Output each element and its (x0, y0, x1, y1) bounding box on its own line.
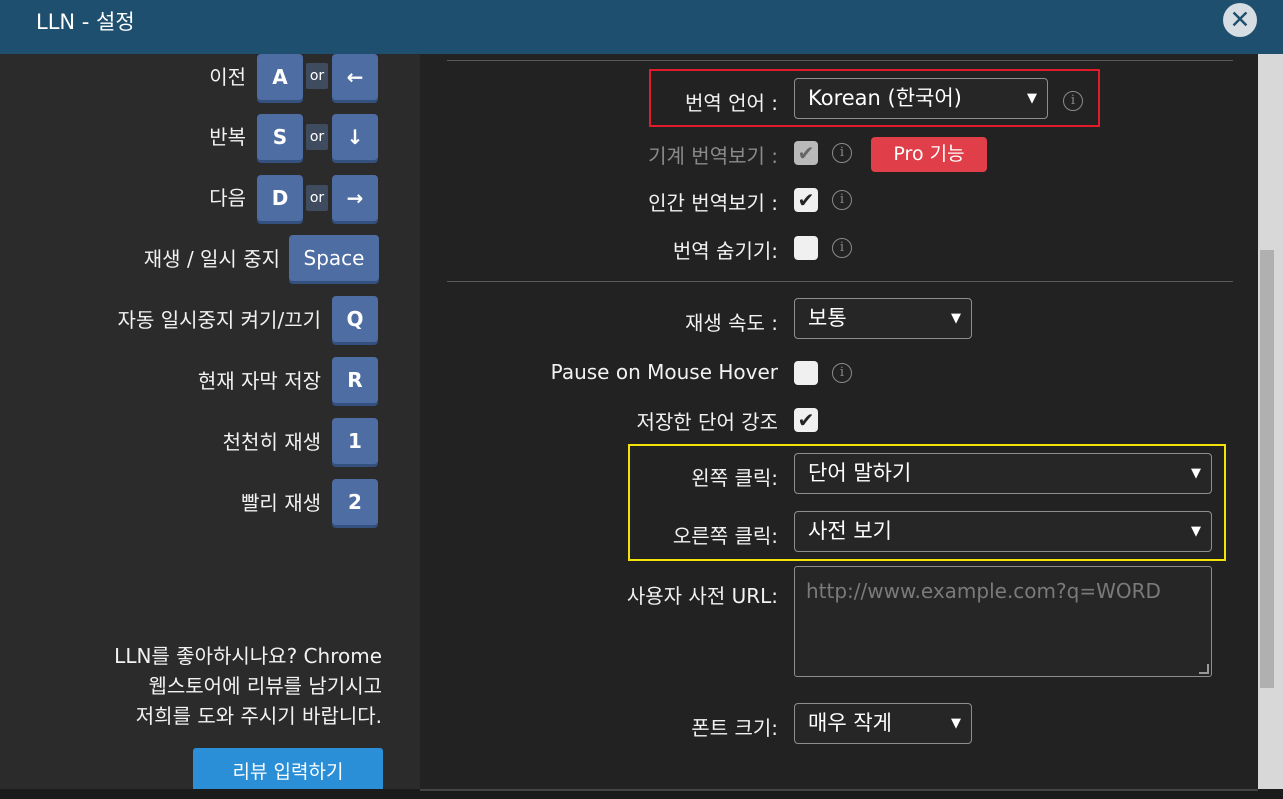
close-icon[interactable]: ✕ (1223, 3, 1257, 37)
left-arrow-key: ← (332, 54, 378, 100)
chevron-down-icon: ▼ (951, 311, 961, 326)
left-click-select[interactable]: 단어 말하기 ▼ (794, 453, 1212, 494)
custom-dictionary-url-label: 사용자 사전 URL: (626, 584, 778, 608)
translation-language-select[interactable]: Korean (한국어) ▼ (794, 78, 1048, 119)
pause-on-hover-label: Pause on Mouse Hover (550, 360, 778, 384)
font-size-value: 매우 작게 (808, 711, 892, 735)
key-2: 2 (332, 479, 378, 525)
hotkey-label-previous: 이전 (209, 65, 246, 89)
info-icon[interactable]: i (1063, 91, 1083, 111)
hotkey-label-next: 다음 (209, 186, 246, 210)
hide-translation-checkbox[interactable] (794, 236, 818, 260)
translation-language-label: 번역 언어 : (684, 91, 778, 115)
hide-translation-label: 번역 숨기기: (672, 239, 778, 263)
key-r: R (332, 357, 378, 403)
key-q: Q (332, 296, 378, 342)
review-line: 저희를 도와 주시기 바랍니다. (135, 704, 382, 728)
down-arrow-key: ↓ (332, 114, 378, 160)
machine-translation-label: 기계 번역보기 : (648, 144, 778, 168)
highlight-saved-words-checkbox[interactable]: ✔ (794, 408, 818, 432)
info-icon[interactable]: i (832, 238, 852, 258)
hotkey-label-auto-pause: 자동 일시중지 켜기/끄기 (117, 308, 321, 332)
translation-language-value: Korean (한국어) (808, 86, 962, 110)
playback-speed-select[interactable]: 보통 ▼ (794, 298, 972, 339)
or-separator: or (306, 63, 328, 89)
chevron-down-icon: ▼ (951, 716, 961, 731)
playback-speed-value: 보통 (808, 306, 847, 330)
key-a: A (257, 54, 303, 100)
font-size-label: 폰트 크기: (691, 716, 778, 740)
human-translation-checkbox[interactable]: ✔ (794, 188, 818, 212)
or-separator: or (306, 124, 328, 150)
resize-handle-icon[interactable] (1199, 664, 1209, 674)
right-click-select[interactable]: 사전 보기 ▼ (794, 511, 1212, 552)
pause-on-hover-checkbox[interactable] (794, 361, 818, 385)
key-s: S (257, 114, 303, 160)
right-click-value: 사전 보기 (808, 519, 892, 543)
title-bar: LLN - 설정 ✕ (0, 0, 1283, 54)
hotkey-label-repeat: 반복 (209, 125, 246, 149)
settings-panel (420, 54, 1258, 789)
divider (420, 789, 1258, 791)
playback-speed-label: 재생 속도 : (684, 311, 778, 335)
review-line: 웹스토어에 리뷰를 남기시고 (148, 674, 382, 698)
key-1: 1 (332, 418, 378, 464)
review-message: LLN를 좋아하시나요? Chrome 웹스토어에 리뷰를 남기시고 저희를 도… (40, 641, 382, 731)
hotkey-label-slow-play: 천천히 재생 (222, 430, 321, 454)
hotkey-label-play-pause: 재생 / 일시 중지 (143, 247, 280, 271)
divider (447, 281, 1233, 282)
review-line: LLN를 좋아하시나요? Chrome (114, 644, 382, 668)
key-d: D (257, 175, 303, 221)
window-title: LLN - 설정 (36, 10, 135, 34)
right-arrow-key: → (332, 175, 378, 221)
highlight-saved-words-label: 저장한 단어 강조 (636, 410, 778, 434)
info-icon[interactable]: i (832, 190, 852, 210)
machine-translation-checkbox[interactable]: ✔ (794, 141, 818, 165)
pro-feature-button[interactable]: Pro 기능 (871, 137, 987, 172)
hotkey-label-save-subtitle: 현재 자막 저장 (197, 369, 321, 393)
chevron-down-icon: ▼ (1191, 524, 1201, 539)
font-size-select[interactable]: 매우 작게 ▼ (794, 703, 972, 744)
divider (447, 60, 1233, 61)
scrollbar-thumb[interactable] (1260, 250, 1274, 688)
key-space: Space (289, 235, 379, 281)
info-icon[interactable]: i (832, 363, 852, 383)
custom-dictionary-url-input[interactable]: http://www.example.com?q=WORD (794, 566, 1212, 677)
hotkey-label-fast-play: 빨리 재생 (241, 491, 321, 515)
right-click-label: 오른쪽 클릭: (672, 524, 778, 548)
left-click-label: 왼쪽 클릭: (691, 466, 778, 490)
chevron-down-icon: ▼ (1191, 466, 1201, 481)
or-separator: or (306, 185, 328, 211)
chevron-down-icon: ▼ (1027, 91, 1037, 106)
left-click-value: 단어 말하기 (808, 461, 912, 485)
human-translation-label: 인간 번역보기 : (648, 191, 778, 215)
info-icon[interactable]: i (832, 143, 852, 163)
bottom-bar (0, 789, 1283, 799)
custom-dictionary-url-placeholder: http://www.example.com?q=WORD (806, 579, 1161, 603)
